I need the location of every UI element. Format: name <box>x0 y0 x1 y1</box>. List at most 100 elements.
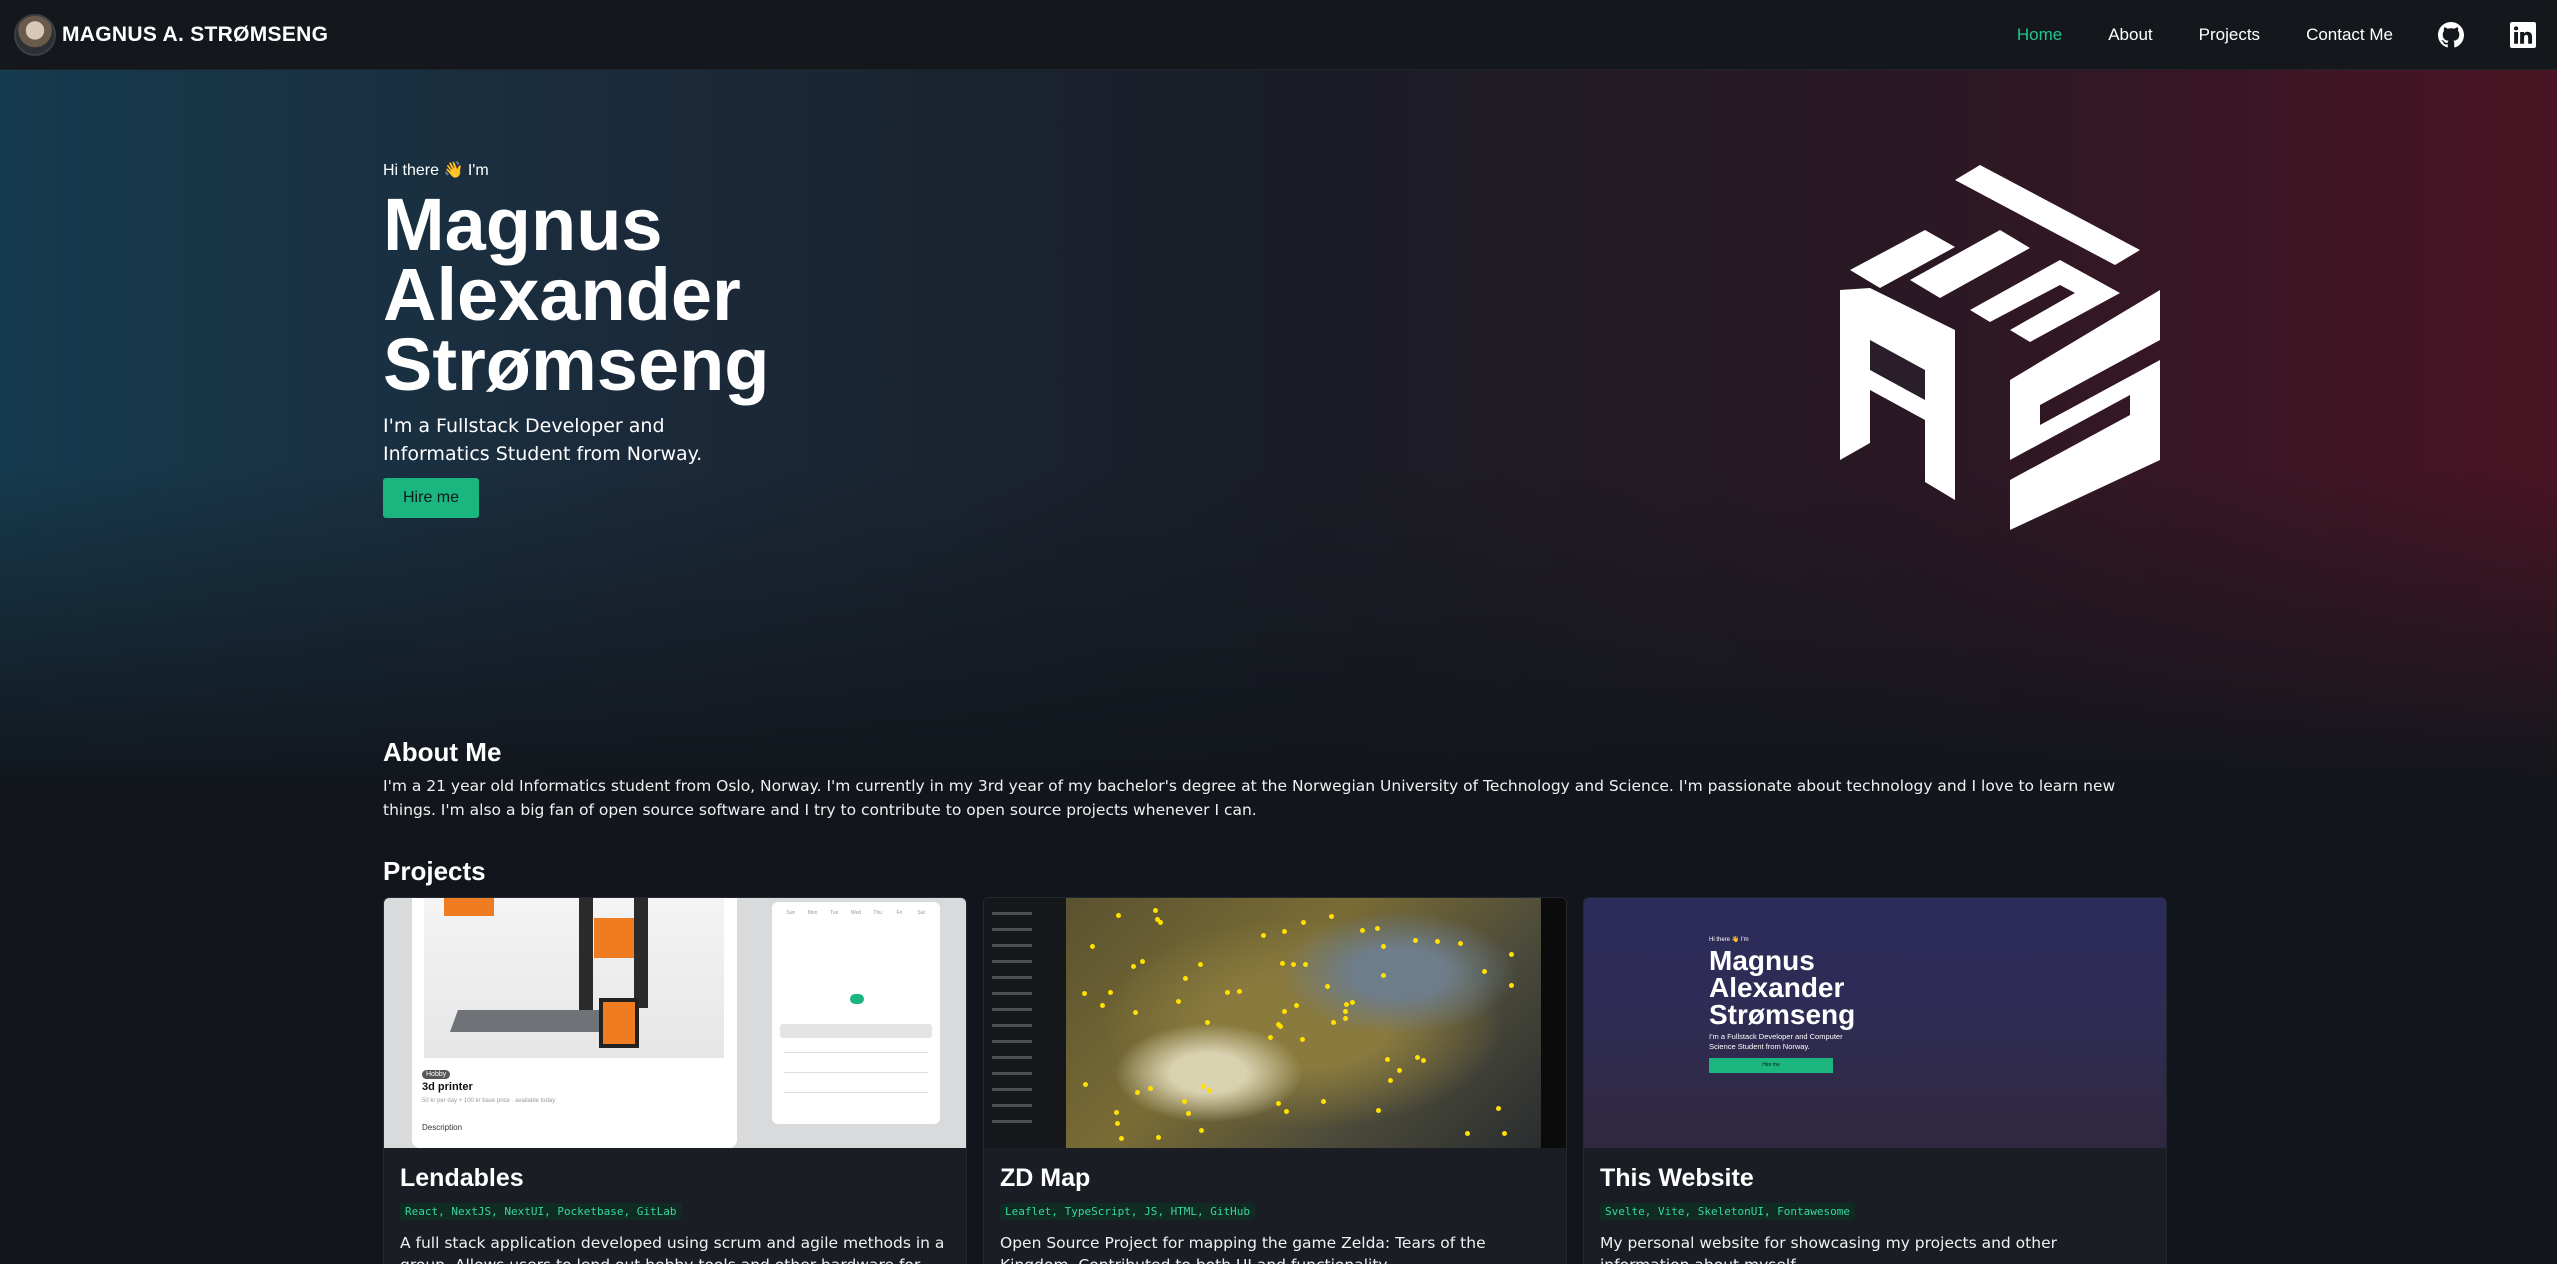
brand[interactable]: MAGNUS A. STRØMSENG <box>14 13 329 56</box>
map-marker <box>1082 1081 1088 1087</box>
printer-part <box>594 918 634 958</box>
project-card-lendables[interactable]: Hobby 3d printer 50 kr per day + 100 kr … <box>383 897 967 1264</box>
price-row-divider <box>784 1092 928 1093</box>
nav-home[interactable]: Home <box>2017 25 2062 45</box>
map-marker <box>1115 912 1121 918</box>
price-row-divider <box>784 1072 928 1073</box>
project-title: Lendables <box>400 1164 524 1192</box>
calendar-day: Thu <box>873 910 883 916</box>
calendar-day: Tue <box>830 910 839 916</box>
map-sidebar <box>984 898 1066 1148</box>
map-marker <box>1154 916 1160 922</box>
website-preview: Hi there 👋 I'm Magnus Alexander Strømsen… <box>1709 936 1869 1073</box>
nav-contact[interactable]: Contact Me <box>2306 25 2393 45</box>
preview-tagline: I'm a Fullstack Developer and Computer S… <box>1709 1032 1843 1051</box>
map-marker <box>1148 1085 1154 1091</box>
project-tech: React, NextJS, NextUI, Pocketbase, GitLa… <box>400 1203 682 1220</box>
map-marker <box>1509 951 1515 957</box>
book-button <box>780 1024 932 1038</box>
map-marker <box>1508 982 1514 988</box>
calendar-day: Wed <box>850 910 862 916</box>
map-marker <box>1082 990 1088 996</box>
map-marker <box>1374 925 1380 931</box>
map-marker <box>1387 1077 1393 1083</box>
hero-name: Magnus Alexander Strømseng <box>383 183 770 406</box>
printer-part <box>444 898 494 916</box>
project-thumbnail: Hi there 👋 I'm Magnus Alexander Strømsen… <box>1584 898 2166 1148</box>
projects-title: Projects <box>383 856 486 886</box>
site-header: MAGNUS A. STRØMSENG Home About Projects … <box>0 0 2557 70</box>
map-marker <box>1182 976 1188 982</box>
project-description: A full stack application developed using… <box>400 1234 945 1264</box>
map-marker <box>1199 1127 1205 1133</box>
map-marker <box>1320 1099 1326 1105</box>
map-marker <box>1206 1087 1212 1093</box>
avatar <box>14 13 56 56</box>
map-marker <box>1114 1121 1120 1127</box>
map-marker <box>1496 1105 1502 1111</box>
map-marker <box>1281 928 1287 934</box>
about-title: About Me <box>383 737 502 767</box>
project-tech: Svelte, Vite, SkeletonUI, Fontawesome <box>1600 1203 1856 1220</box>
product-subtitle: 50 kr per day + 100 kr base price · avai… <box>422 1098 556 1104</box>
booking-calendar: Sun Mon Tue Wed Thu Fri Sat <box>772 902 940 1124</box>
map-marker <box>1328 913 1334 919</box>
product-description-heading: Description <box>422 1123 463 1132</box>
mas-logo <box>1830 160 2170 530</box>
map-marker <box>1281 1009 1287 1015</box>
preview-button: Hire me <box>1709 1058 1833 1073</box>
nav-projects[interactable]: Projects <box>2199 25 2260 45</box>
map-marker <box>1465 1130 1471 1136</box>
about-text: I'm a 21 year old Informatics student fr… <box>383 777 2116 819</box>
card-body: Lendables React, NextJS, NextUI, Pocketb… <box>384 1148 966 1264</box>
hero: Hi there 👋 I'm Magnus Alexander Strømsen… <box>383 160 1083 518</box>
printer-frame <box>634 898 648 1008</box>
map-marker <box>1299 1036 1305 1042</box>
project-thumbnail: Hobby 3d printer 50 kr per day + 100 kr … <box>384 898 966 1148</box>
map-edge <box>1541 898 1566 1148</box>
main-nav: Home About Projects Contact Me <box>1971 21 2537 49</box>
project-description: Open Source Project for mapping the game… <box>1000 1234 1486 1264</box>
map-marker <box>1175 998 1181 1004</box>
github-icon[interactable] <box>2437 21 2465 49</box>
projects-grid: Hobby 3d printer 50 kr per day + 100 kr … <box>383 897 2167 1264</box>
category-badge: Hobby <box>422 1070 451 1079</box>
project-description: My personal website for showcasing my pr… <box>1600 1234 2057 1264</box>
project-tech: Leaflet, TypeScript, JS, HTML, GitHub <box>1000 1203 1256 1220</box>
map-marker <box>1224 990 1230 996</box>
printer-frame <box>579 898 593 1018</box>
map-marker <box>1089 943 1095 949</box>
calendar-grid: Sun Mon Tue Wed Thu Fri Sat <box>780 910 932 916</box>
preview-greeting: Hi there 👋 I'm <box>1709 937 1749 943</box>
map-marker <box>1420 1058 1426 1064</box>
hero-greeting: Hi there 👋 I'm <box>383 162 489 179</box>
project-thumbnail <box>984 898 1566 1148</box>
project-card-zd-map[interactable]: ZD Map Leaflet, TypeScript, JS, HTML, Gi… <box>983 897 1567 1264</box>
map-marker <box>1155 1134 1161 1140</box>
printer-display <box>599 998 639 1048</box>
about-section: About Me I'm a 21 year old Informatics s… <box>383 737 2168 822</box>
map-marker <box>1381 972 1387 978</box>
map-marker <box>1237 988 1243 994</box>
calendar-selected-day <box>850 994 864 1004</box>
card-body: This Website Svelte, Vite, SkeletonUI, F… <box>1584 1148 2166 1264</box>
printer-image <box>424 898 724 1058</box>
hire-me-button[interactable]: Hire me <box>383 478 480 518</box>
calendar-day: Mon <box>807 910 818 916</box>
project-card-this-website[interactable]: Hi there 👋 I'm Magnus Alexander Strømsen… <box>1583 897 2167 1264</box>
project-title: This Website <box>1600 1164 1754 1192</box>
card-body: ZD Map Leaflet, TypeScript, JS, HTML, Gi… <box>984 1148 1566 1264</box>
calendar-day: Sat <box>917 910 925 916</box>
map-marker <box>1260 933 1266 939</box>
map-marker <box>1107 989 1113 995</box>
calendar-day: Sun <box>786 910 796 916</box>
nav-about[interactable]: About <box>2108 25 2152 45</box>
map-marker <box>1267 1034 1273 1040</box>
price-row-divider <box>784 1052 928 1053</box>
calendar-day: Fri <box>896 910 903 916</box>
map-marker <box>1501 1131 1507 1137</box>
linkedin-icon[interactable] <box>2509 21 2537 49</box>
brand-name: MAGNUS A. STRØMSENG <box>62 22 329 46</box>
map-marker <box>1359 927 1365 933</box>
map-marker <box>1284 1108 1290 1114</box>
